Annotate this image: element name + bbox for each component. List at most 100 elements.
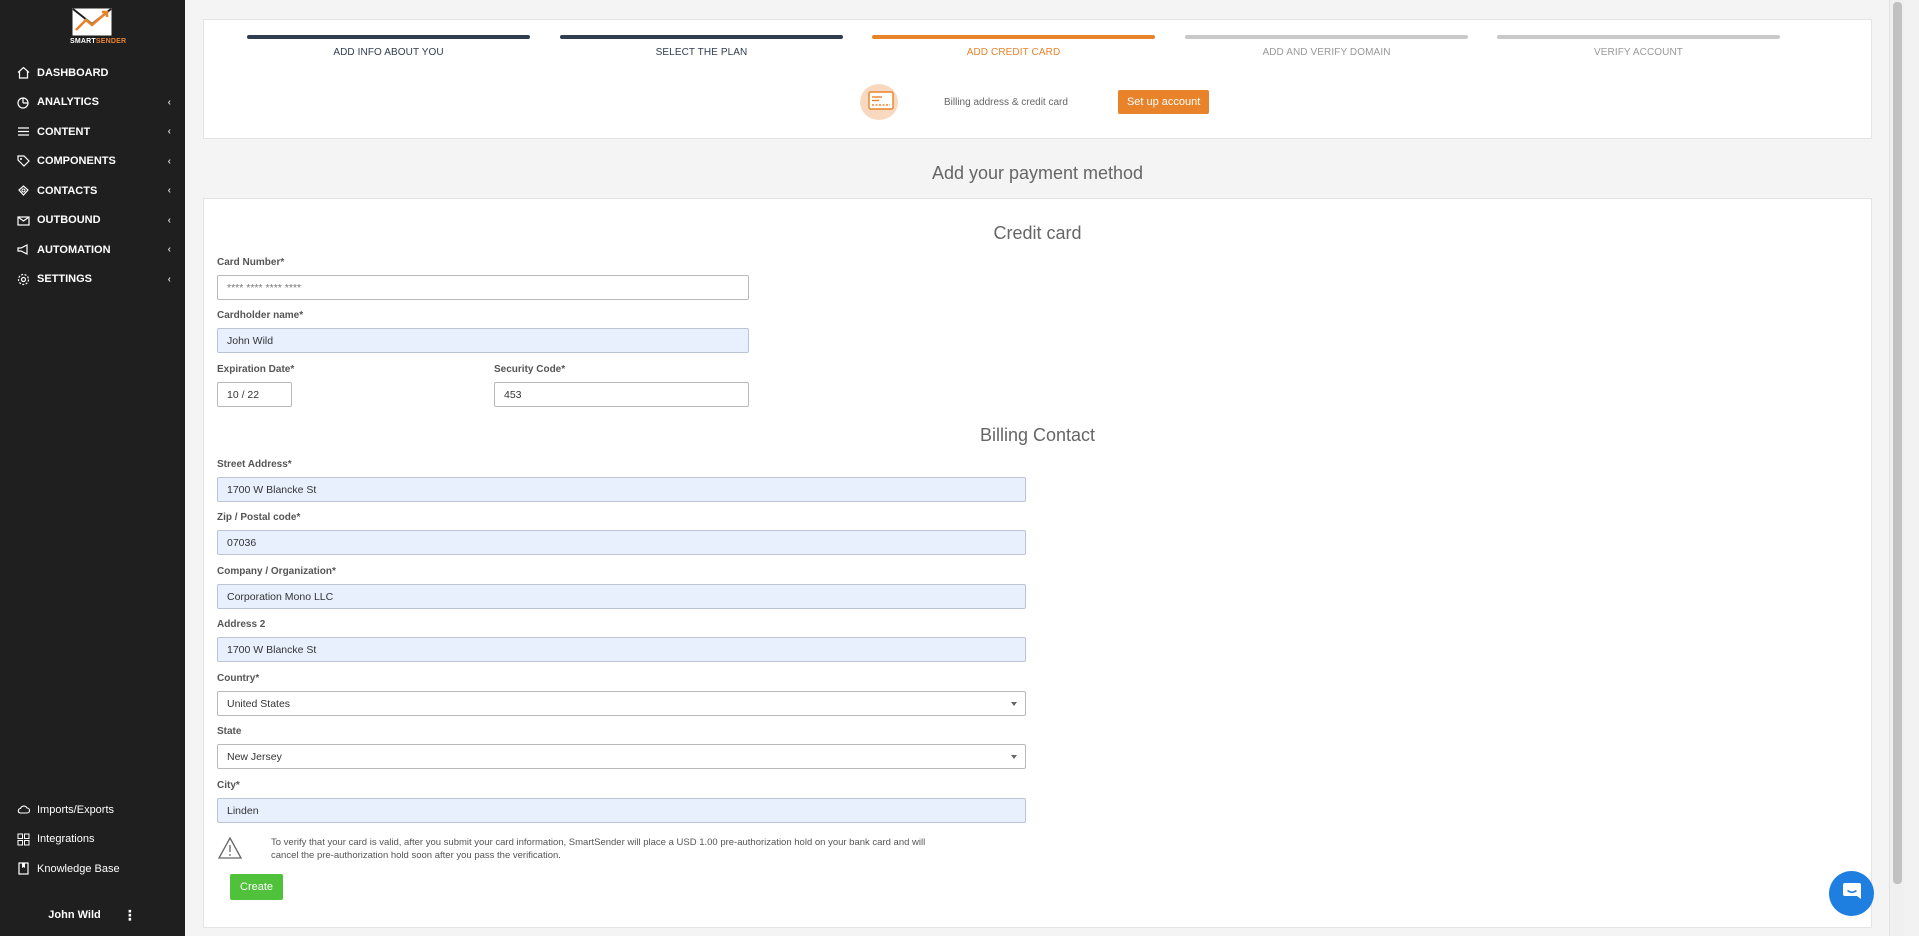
step-add-credit-card[interactable]: ADD CREDIT CARD (872, 35, 1155, 58)
country-selected-value: United States (227, 697, 291, 710)
sidebar-item-imports-exports[interactable]: Imports/Exports (0, 795, 185, 825)
sidebar-item-label: Imports/Exports (37, 803, 115, 816)
chevron-left-icon: ‹ (167, 126, 171, 138)
step-progress-bar (1497, 35, 1780, 39)
step-label: VERIFY ACCOUNT (1593, 47, 1683, 58)
step-detail: Billing address & credit card Set up acc… (860, 84, 1210, 120)
step-progress-bar (872, 35, 1155, 39)
megaphone-icon (16, 243, 30, 257)
contacts-icon (16, 184, 30, 198)
address2-input[interactable]: 1700 W Blancke St (217, 637, 1026, 662)
sidebar-item-integrations[interactable]: Integrations (0, 825, 185, 855)
cardholder-name-label: Cardholder name* (217, 310, 304, 321)
gear-icon (16, 272, 30, 286)
scrollbar-thumb[interactable] (1893, 2, 1902, 884)
logo-envelope-icon (72, 8, 112, 36)
step-label: ADD INFO ABOUT YOU (333, 47, 444, 58)
sidebar-item-knowledge-base[interactable]: Knowledge Base (0, 854, 185, 884)
sidebar-bottom-nav: Imports/Exports Integrations Knowledge B… (0, 795, 185, 884)
sidebar-item-settings[interactable]: SETTINGS ‹ (0, 265, 185, 295)
street-address-input[interactable]: 1700 W Blancke St (217, 477, 1026, 502)
main-content: ADD INFO ABOUT YOU SELECT THE PLAN ADD C… (185, 0, 1904, 936)
sidebar-item-label: Integrations (37, 833, 95, 846)
user-profile[interactable]: John Wild ⋮ (0, 903, 185, 927)
sidebar-item-label: ANALYTICS (37, 96, 99, 109)
state-select[interactable]: New Jersey (217, 744, 1026, 769)
sidebar-item-label: CONTENT (37, 125, 91, 138)
chevron-left-icon: ‹ (167, 244, 171, 256)
sidebar-item-components[interactable]: COMPONENTS ‹ (0, 147, 185, 177)
sidebar: SMARTSENDER DASHBOARD ANALYTICS ‹ CONTEN… (0, 0, 185, 936)
brand-logo[interactable]: SMARTSENDER (70, 8, 126, 45)
country-select[interactable]: United States (217, 691, 1026, 716)
chat-icon (1841, 880, 1863, 907)
credit-card-icon (860, 84, 898, 120)
state-selected-value: New Jersey (227, 750, 282, 763)
step-label: ADD AND VERIFY DOMAIN (1262, 47, 1391, 58)
step-description: Billing address & credit card (944, 96, 1068, 108)
home-icon (16, 66, 30, 80)
chevron-left-icon: ‹ (167, 96, 171, 108)
chevron-left-icon: ‹ (167, 185, 171, 197)
sidebar-item-dashboard[interactable]: DASHBOARD (0, 58, 185, 88)
step-verify-account[interactable]: VERIFY ACCOUNT (1497, 35, 1780, 58)
zip-code-input[interactable]: 07036 (217, 530, 1026, 555)
city-label: City* (217, 780, 240, 791)
city-input[interactable]: Linden (217, 798, 1026, 823)
sidebar-item-label: Knowledge Base (37, 862, 120, 875)
book-icon (16, 862, 30, 876)
content-icon (16, 125, 30, 139)
billing-contact-section-title: Billing Contact (979, 425, 1096, 445)
step-progress-bar (247, 35, 530, 39)
step-label: SELECT THE PLAN (655, 47, 748, 58)
sidebar-item-label: COMPONENTS (37, 155, 116, 168)
sidebar-item-outbound[interactable]: OUTBOUND ‹ (0, 206, 185, 236)
card-number-label: Card Number* (217, 257, 285, 268)
set-up-account-button[interactable]: Set up account (1117, 90, 1210, 114)
warning-icon (217, 836, 243, 860)
sidebar-item-label: AUTOMATION (37, 243, 111, 256)
sidebar-item-label: DASHBOARD (37, 66, 109, 79)
outbound-icon (16, 213, 30, 227)
brand-name-part1: SMART (70, 38, 96, 45)
more-vertical-icon[interactable]: ⋮ (123, 907, 137, 924)
cardholder-name-input[interactable]: John Wild (217, 328, 749, 353)
sidebar-item-content[interactable]: CONTENT ‹ (0, 117, 185, 147)
caret-down-icon (1011, 701, 1017, 706)
brand-name-part2: SENDER (95, 38, 127, 45)
sidebar-item-label: CONTACTS (37, 184, 98, 197)
company-input[interactable]: Corporation Mono LLC (217, 584, 1026, 609)
step-progress-bar (560, 35, 843, 39)
chat-support-button[interactable] (1829, 871, 1874, 916)
sidebar-item-contacts[interactable]: CONTACTS ‹ (0, 176, 185, 206)
security-code-input[interactable]: 453 (494, 382, 749, 407)
expiration-date-input[interactable]: 10 / 22 (217, 382, 292, 407)
caret-down-icon (1011, 754, 1017, 759)
user-name: John Wild (48, 909, 101, 921)
step-add-info[interactable]: ADD INFO ABOUT YOU (247, 35, 530, 58)
onboarding-stepper: ADD INFO ABOUT YOU SELECT THE PLAN ADD C… (203, 19, 1872, 139)
sidebar-item-analytics[interactable]: ANALYTICS ‹ (0, 88, 185, 118)
state-label: State (217, 726, 242, 737)
analytics-icon (16, 95, 30, 109)
sidebar-nav: DASHBOARD ANALYTICS ‹ CONTENT ‹ COMPONEN… (0, 58, 185, 294)
security-code-label: Security Code* (494, 364, 566, 375)
page-scrollbar[interactable] (1889, 0, 1904, 936)
create-button[interactable]: Create (230, 874, 284, 900)
chevron-left-icon: ‹ (167, 273, 171, 285)
sidebar-item-label: SETTINGS (37, 273, 93, 286)
chevron-left-icon: ‹ (167, 214, 171, 226)
sidebar-item-automation[interactable]: AUTOMATION ‹ (0, 235, 185, 265)
tag-icon (16, 154, 30, 168)
chevron-left-icon: ‹ (167, 155, 171, 167)
sidebar-item-label: OUTBOUND (37, 214, 101, 227)
step-progress-bar (1185, 35, 1468, 39)
expiration-date-label: Expiration Date* (217, 364, 295, 375)
step-verify-domain[interactable]: ADD AND VERIFY DOMAIN (1185, 35, 1468, 58)
street-address-label: Street Address* (217, 459, 292, 470)
verification-notice: To verify that your card is valid, after… (217, 836, 936, 862)
credit-card-section-title: Credit card (993, 223, 1082, 243)
card-number-input[interactable]: **** **** **** **** (217, 275, 749, 300)
page-title: Add your payment method (931, 163, 1144, 183)
step-select-plan[interactable]: SELECT THE PLAN (560, 35, 843, 58)
